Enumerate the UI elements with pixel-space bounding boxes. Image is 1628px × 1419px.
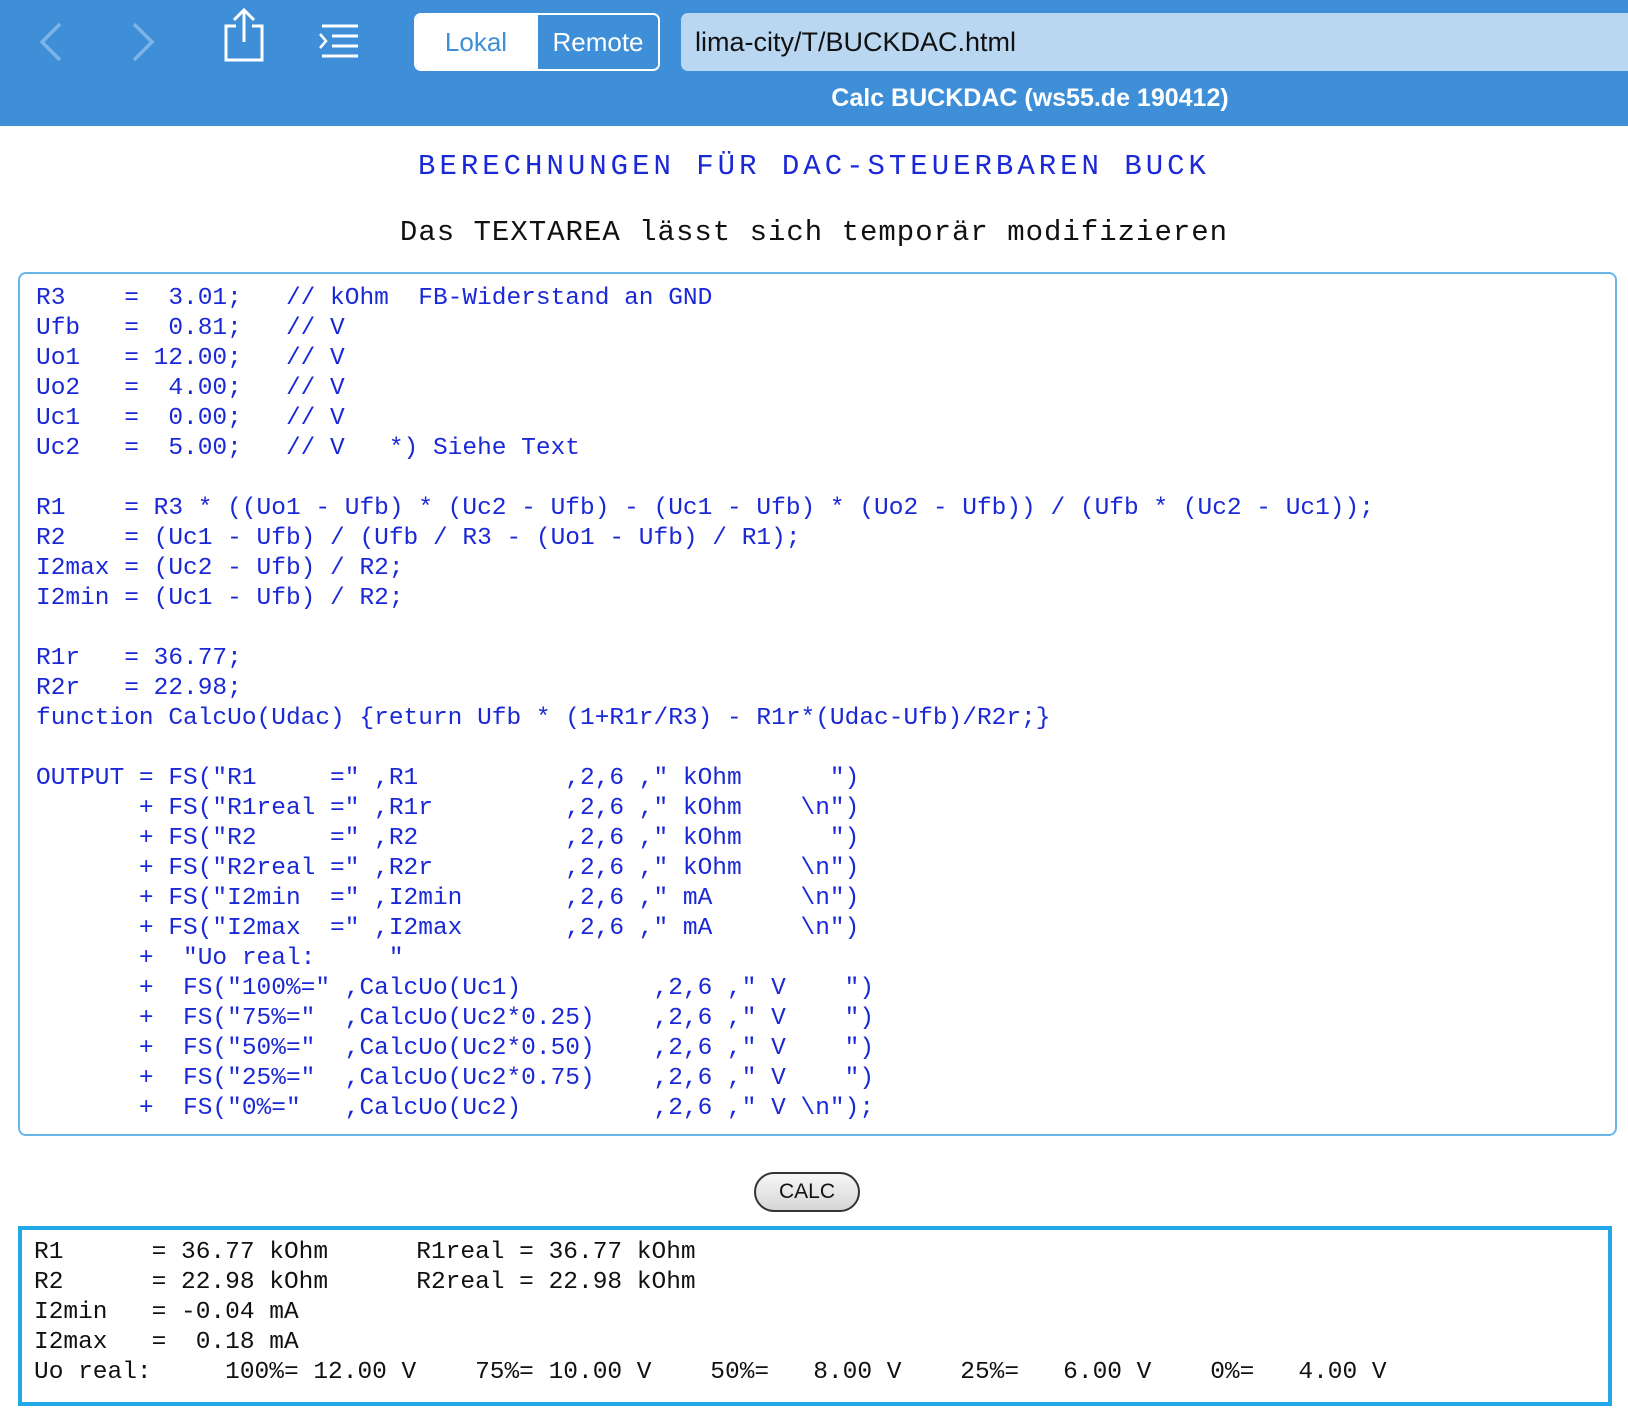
main-heading: BERECHNUNGEN FÜR DAC-STEUERBAREN BUCK [418, 150, 1210, 183]
forward-button[interactable] [128, 20, 158, 64]
code-textarea[interactable]: R3 = 3.01; // kOhm FB-Widerstand an GND … [18, 272, 1617, 1136]
source-segmented-control: Lokal Remote [414, 13, 660, 71]
chevron-left-icon [39, 22, 62, 62]
back-button[interactable] [36, 20, 66, 64]
chevron-right-icon [132, 22, 155, 62]
output-text: R1 = 36.77 kOhm R1real = 36.77 kOhm R2 =… [34, 1239, 1387, 1386]
segment-remote[interactable]: Remote [536, 15, 658, 69]
segment-lokal[interactable]: Lokal [416, 15, 536, 69]
output-panel: R1 = 36.77 kOhm R1real = 36.77 kOhm R2 =… [18, 1226, 1612, 1406]
page-title: Calc BUCKDAC (ws55.de 190412) [831, 84, 1229, 112]
browser-toolbar: Lokal Remote lima-city/T/BUCKDAC.html Ca… [0, 0, 1628, 126]
list-menu-icon [319, 24, 358, 58]
share-button[interactable] [222, 8, 266, 64]
code-text[interactable]: R3 = 3.01; // kOhm FB-Widerstand an GND … [36, 284, 1599, 1124]
menu-button[interactable] [318, 22, 360, 62]
sub-heading: Das TEXTAREA lässt sich temporär modifiz… [399, 216, 1229, 249]
calc-button[interactable]: CALC [754, 1172, 860, 1212]
url-field[interactable]: lima-city/T/BUCKDAC.html [681, 13, 1628, 71]
share-icon [224, 8, 264, 62]
